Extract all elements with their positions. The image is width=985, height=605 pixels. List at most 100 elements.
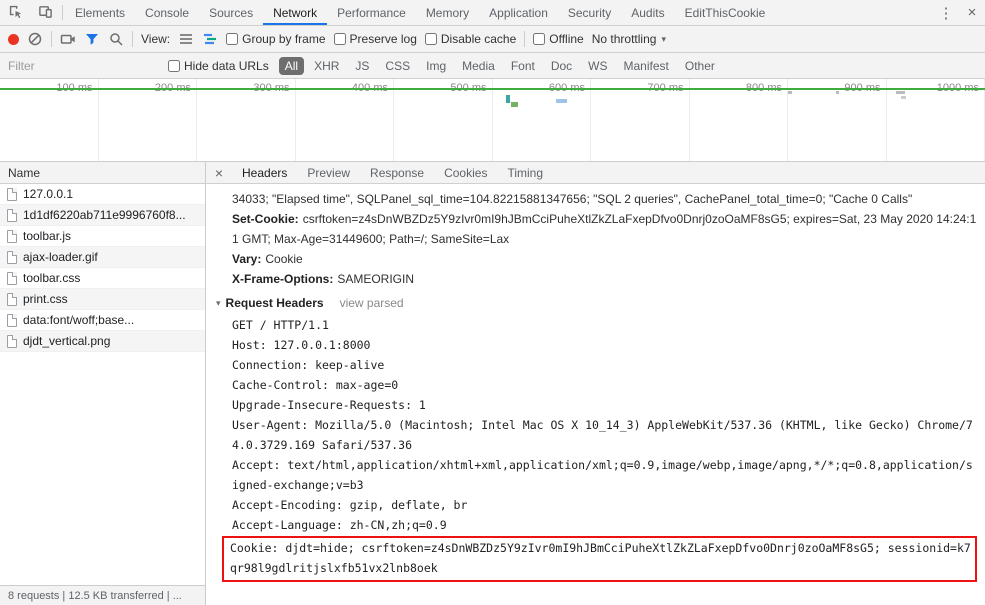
large-rows-icon[interactable] [178, 31, 194, 47]
filter-type-all[interactable]: All [278, 56, 305, 75]
tab-network[interactable]: Network [263, 0, 328, 25]
group-by-frame-input[interactable] [226, 33, 239, 45]
filter-type-xhr[interactable]: XHR [308, 57, 345, 75]
disclosure-triangle-icon: ▾ [216, 297, 221, 308]
request-name: toolbar.js [23, 229, 72, 243]
tab-timing[interactable]: Timing [497, 162, 553, 183]
table-row[interactable]: toolbar.css [0, 268, 205, 289]
filter-type-js[interactable]: JS [349, 57, 375, 75]
tabbar-right-controls: ⋮ × [933, 0, 985, 25]
request-detail-pane: × Headers Preview Response Cookies Timin… [206, 162, 985, 605]
table-row[interactable]: print.css [0, 289, 205, 310]
tab-response[interactable]: Response [360, 162, 434, 183]
tab-application[interactable]: Application [479, 0, 558, 25]
close-devtools-icon[interactable]: × [959, 4, 985, 21]
tab-elements[interactable]: Elements [65, 0, 135, 25]
inspect-element-button[interactable] [0, 0, 30, 25]
timeline-tick: 400 ms [296, 79, 394, 161]
table-row[interactable]: djdt_vertical.png [0, 331, 205, 352]
requests-summary: 8 requests | 12.5 KB transferred | ... [8, 589, 182, 602]
image-icon [7, 250, 17, 264]
request-headers-section[interactable]: ▾ Request Headers view parsed [216, 296, 977, 310]
divider [51, 31, 52, 47]
devtools-window: Elements Console Sources Network Perform… [0, 0, 985, 605]
filter-type-img[interactable]: Img [420, 57, 452, 75]
preserve-log-input[interactable] [333, 33, 346, 45]
record-button[interactable] [8, 33, 19, 45]
timeline-tick: 100 ms [0, 79, 99, 161]
tab-sources[interactable]: Sources [199, 0, 263, 25]
show-overview-icon[interactable] [202, 31, 218, 47]
request-rows: 127.0.0.1 1d1df6220ab711e9996760f8... to… [0, 184, 205, 585]
response-header-line: X-Frame-Options: SAMEORIGIN [232, 269, 977, 289]
name-column-header[interactable]: Name [0, 162, 205, 184]
divider [132, 31, 133, 47]
group-by-frame-label: Group by frame [242, 32, 326, 46]
script-icon [7, 229, 17, 243]
close-detail-icon[interactable]: × [206, 162, 232, 183]
filter-icon[interactable] [84, 31, 100, 47]
document-icon [7, 187, 17, 201]
offline-checkbox: Offline [533, 32, 584, 46]
disable-cache-input[interactable] [424, 33, 437, 45]
view-parsed-link[interactable]: view parsed [340, 296, 404, 310]
hide-data-urls-checkbox: Hide data URLs [168, 59, 269, 73]
filter-type-media[interactable]: Media [456, 57, 501, 75]
tab-headers[interactable]: Headers [232, 162, 297, 183]
stylesheet-icon [7, 271, 17, 285]
throttling-dropdown[interactable]: No throttling ▾ [592, 32, 666, 46]
network-filter-bar: Hide data URLs All XHR JS CSS Img Media … [0, 53, 985, 79]
timeline-tick: 500 ms [394, 79, 493, 161]
font-icon [7, 313, 17, 327]
disable-cache-checkbox: Disable cache [424, 32, 517, 46]
device-toolbar-button[interactable] [30, 0, 60, 25]
request-source-line: Upgrade-Insecure-Requests: 1 [232, 398, 426, 412]
offline-input[interactable] [533, 33, 546, 45]
network-overview-timeline[interactable]: 100 ms 200 ms 300 ms 400 ms 500 ms 600 m… [0, 79, 985, 162]
table-row[interactable]: data:font/woff;base... [0, 310, 205, 331]
resource-type-filters: All XHR JS CSS Img Media Font Doc WS Man… [278, 56, 721, 75]
request-name: data:font/woff;base... [23, 313, 135, 327]
filter-type-doc[interactable]: Doc [545, 57, 578, 75]
disable-cache-label: Disable cache [440, 32, 517, 46]
header-value: csrftoken=z4sDnWBZDz5Y9zIvr0mI9hJBmCciPu… [232, 212, 977, 246]
tab-cookies[interactable]: Cookies [434, 162, 497, 183]
request-name: 127.0.0.1 [23, 187, 74, 201]
response-header-line: Set-Cookie: csrftoken=z4sDnWBZDz5Y9zIvr0m… [232, 209, 977, 249]
capture-screenshots-icon[interactable] [60, 31, 76, 47]
filter-type-manifest[interactable]: Manifest [618, 57, 675, 75]
table-row[interactable]: ajax-loader.gif [0, 247, 205, 268]
header-name: X-Frame-Options: [232, 272, 334, 286]
search-icon[interactable] [108, 31, 124, 47]
headers-content: 34033; "Elapsed time", SQLPanel_sql_time… [206, 184, 985, 605]
waterfall-bar [556, 99, 567, 103]
tab-audits[interactable]: Audits [621, 0, 674, 25]
filter-type-ws[interactable]: WS [582, 57, 613, 75]
request-name: 1d1df6220ab711e9996760f8... [23, 208, 186, 222]
tab-preview[interactable]: Preview [297, 162, 360, 183]
network-main-area: Name 127.0.0.1 1d1df6220ab711e9996760f8.… [0, 162, 985, 605]
waterfall-bar [901, 96, 906, 99]
tab-editthiscookie[interactable]: EditThisCookie [675, 0, 776, 25]
request-name: djdt_vertical.png [23, 334, 111, 348]
filter-type-other[interactable]: Other [679, 57, 721, 75]
table-row[interactable]: 1d1df6220ab711e9996760f8... [0, 205, 205, 226]
table-row[interactable]: 127.0.0.1 [0, 184, 205, 205]
timeline-tick: 600 ms [493, 79, 591, 161]
tab-security[interactable]: Security [558, 0, 621, 25]
offline-label: Offline [549, 32, 584, 46]
request-source-line: Cache-Control: max-age=0 [232, 378, 399, 392]
waterfall-bar [511, 102, 518, 107]
filter-input[interactable] [8, 58, 158, 73]
hide-data-urls-input[interactable] [168, 59, 180, 72]
stylesheet-icon [7, 292, 17, 306]
clear-icon[interactable] [27, 31, 43, 47]
table-row[interactable]: toolbar.js [0, 226, 205, 247]
filter-type-font[interactable]: Font [505, 57, 541, 75]
tab-console[interactable]: Console [135, 0, 199, 25]
filter-type-css[interactable]: CSS [379, 57, 416, 75]
tab-memory[interactable]: Memory [416, 0, 479, 25]
tab-performance[interactable]: Performance [327, 0, 416, 25]
response-header-line: Vary: Cookie [232, 249, 977, 269]
kebab-menu-icon[interactable]: ⋮ [933, 4, 959, 22]
